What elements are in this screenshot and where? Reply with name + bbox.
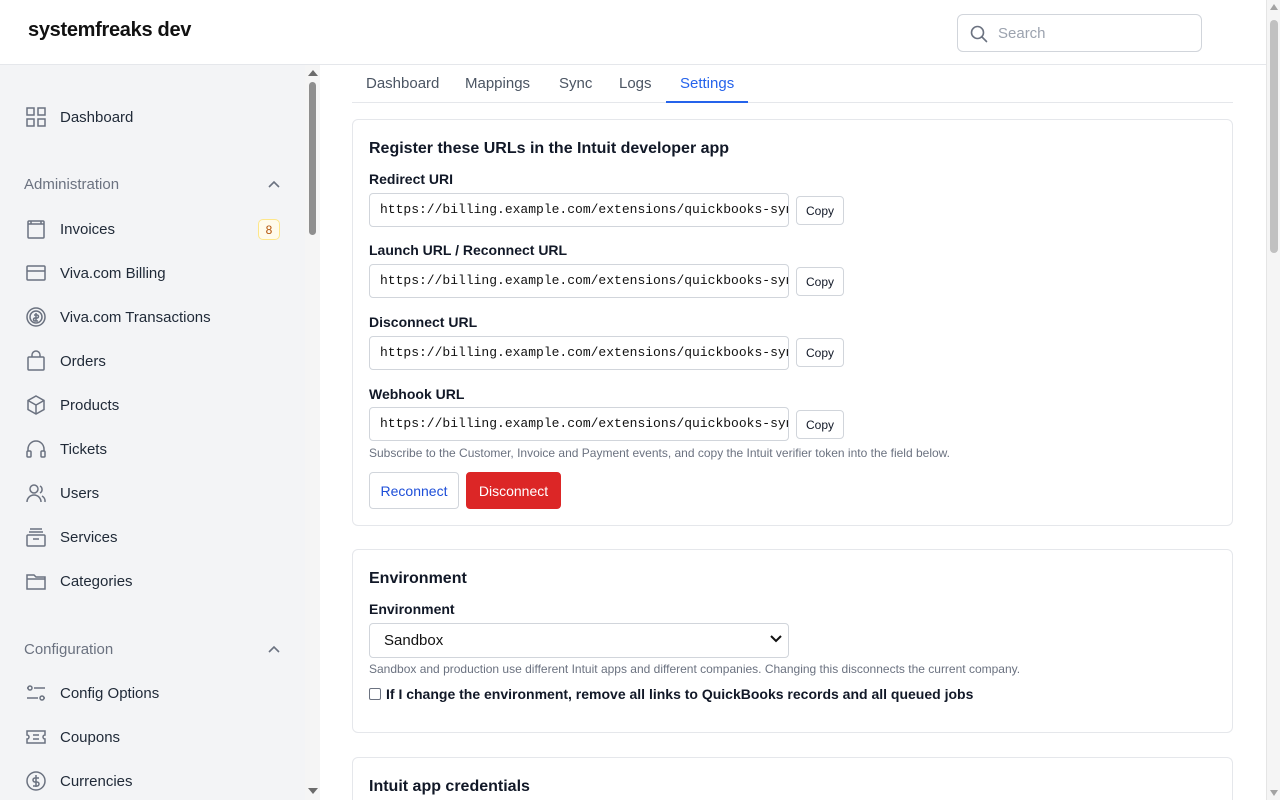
sidebar-item-viva-transactions[interactable]: Viva.com Transactions [24, 302, 284, 332]
box-icon [24, 393, 48, 417]
sidebar-item-label: Dashboard [60, 108, 134, 126]
sliders-icon [24, 681, 48, 705]
sidebar-item-label: Config Options [60, 684, 160, 702]
search-icon [970, 25, 988, 43]
sidebar-item-viva-billing[interactable]: Viva.com Billing [24, 258, 284, 288]
scroll-up-arrow[interactable] [308, 70, 318, 76]
disconnect-button[interactable]: Disconnect [466, 472, 561, 509]
server-icon [24, 525, 48, 549]
field-label: Webhook URL [369, 386, 465, 402]
sidebar-item-orders[interactable]: Orders [24, 346, 284, 376]
sidebar-item-label: Products [60, 396, 120, 414]
scroll-up-arrow[interactable] [1270, 4, 1278, 10]
copy-button[interactable]: Copy [796, 338, 844, 367]
sidebar-item-label: Coupons [60, 728, 121, 746]
sidebar-item-coupons[interactable]: Coupons [24, 722, 284, 752]
ticket-icon [24, 725, 48, 749]
headset-icon [24, 437, 48, 461]
reconnect-button[interactable]: Reconnect [369, 472, 459, 509]
launch-url-field[interactable]: https://billing.example.com/extensions/q… [369, 264, 789, 298]
credentials-card: Intuit app credentials [352, 757, 1233, 800]
currency-icon [24, 769, 48, 793]
top-header: systemfreaks dev [0, 0, 1266, 65]
sidebar-item-label: Users [60, 484, 100, 502]
tab-mappings[interactable]: Mappings [451, 66, 544, 103]
sidebar-item-tickets[interactable]: Tickets [24, 434, 284, 464]
sidebar-item-label: Services [60, 528, 118, 546]
search-box[interactable] [957, 14, 1202, 52]
urls-card: Register these URLs in the Intuit develo… [352, 119, 1233, 526]
chevron-up-icon [268, 645, 280, 653]
copy-button[interactable]: Copy [796, 267, 844, 296]
search-input[interactable] [998, 23, 1188, 43]
bag-icon [24, 349, 48, 373]
sidebar-item-config-options[interactable]: Config Options [24, 678, 284, 708]
remove-links-checkbox[interactable] [369, 688, 381, 700]
selected-value: Sandbox [384, 632, 444, 649]
field-label: Disconnect URL [369, 314, 478, 330]
environment-card: Environment Environment Sandbox Sandbox … [352, 549, 1233, 733]
scroll-down-arrow[interactable] [1270, 790, 1278, 796]
sidebar: Dashboard Administration Invoices 8 Viva… [0, 65, 305, 800]
invoices-count-badge: 8 [258, 219, 280, 240]
tab-settings[interactable]: Settings [666, 66, 749, 103]
sidebar-section-administration[interactable]: Administration [24, 173, 280, 195]
app-root: systemfreaks dev Dashboard Administratio… [0, 0, 1280, 800]
sidebar-item-label: Invoices [60, 220, 116, 238]
scrollbar-thumb[interactable] [1270, 20, 1278, 253]
sidebar-item-label: Viva.com Transactions [60, 308, 211, 326]
tab-dashboard[interactable]: Dashboard [352, 66, 453, 103]
sidebar-item-label: Categories [60, 572, 133, 590]
environment-help-text: Sandbox and production use different Int… [369, 662, 1021, 676]
chevron-down-icon [770, 635, 782, 643]
invoice-icon [24, 217, 48, 241]
scrollbar-thumb[interactable] [309, 82, 316, 235]
sidebar-item-services[interactable]: Services [24, 522, 284, 552]
folder-icon [24, 569, 48, 593]
scroll-down-arrow[interactable] [308, 788, 318, 794]
coin-icon [24, 305, 48, 329]
webhook-url-field[interactable]: https://billing.example.com/extensions/q… [369, 407, 789, 441]
sidebar-item-products[interactable]: Products [24, 390, 284, 420]
sidebar-scrollbar[interactable] [305, 65, 320, 800]
tab-sync[interactable]: Sync [545, 66, 606, 103]
card-title: Environment [369, 570, 467, 587]
sidebar-item-label: Currencies [60, 772, 133, 790]
brand-title[interactable]: systemfreaks dev [28, 19, 191, 42]
chevron-up-icon [268, 180, 280, 188]
remove-links-option[interactable]: If I change the environment, remove all … [369, 686, 973, 702]
copy-button[interactable]: Copy [796, 196, 844, 225]
sidebar-item-invoices[interactable]: Invoices 8 [24, 214, 284, 244]
page-scrollbar[interactable] [1266, 0, 1280, 800]
sidebar-item-categories[interactable]: Categories [24, 566, 284, 596]
sidebar-item-dashboard[interactable]: Dashboard [24, 102, 284, 132]
grid-icon [24, 105, 48, 129]
section-label: Configuration [24, 640, 114, 658]
sidebar-item-label: Orders [60, 352, 106, 370]
sidebar-item-currencies[interactable]: Currencies [24, 766, 284, 796]
sidebar-item-users[interactable]: Users [24, 478, 284, 508]
environment-select[interactable]: Sandbox [369, 623, 789, 658]
redirect-uri-field[interactable]: https://billing.example.com/extensions/q… [369, 193, 789, 227]
checkbox-label: If I change the environment, remove all … [386, 686, 974, 702]
copy-button[interactable]: Copy [796, 410, 844, 439]
tab-logs[interactable]: Logs [605, 66, 666, 103]
webhook-help-text: Subscribe to the Customer, Invoice and P… [369, 446, 950, 460]
sidebar-item-label: Tickets [60, 440, 107, 458]
disconnect-url-field[interactable]: https://billing.example.com/extensions/q… [369, 336, 789, 370]
card-icon [24, 261, 48, 285]
users-icon [24, 481, 48, 505]
section-label: Administration [24, 175, 120, 193]
sidebar-section-configuration[interactable]: Configuration [24, 638, 280, 660]
field-label: Environment [369, 601, 455, 617]
field-label: Launch URL / Reconnect URL [369, 242, 568, 258]
sidebar-item-label: Viva.com Billing [60, 264, 166, 282]
tab-bar: Dashboard Mappings Sync Logs Settings [352, 66, 1233, 103]
card-title: Intuit app credentials [369, 778, 530, 795]
field-label: Redirect URI [369, 171, 454, 187]
card-title: Register these URLs in the Intuit develo… [369, 140, 730, 157]
